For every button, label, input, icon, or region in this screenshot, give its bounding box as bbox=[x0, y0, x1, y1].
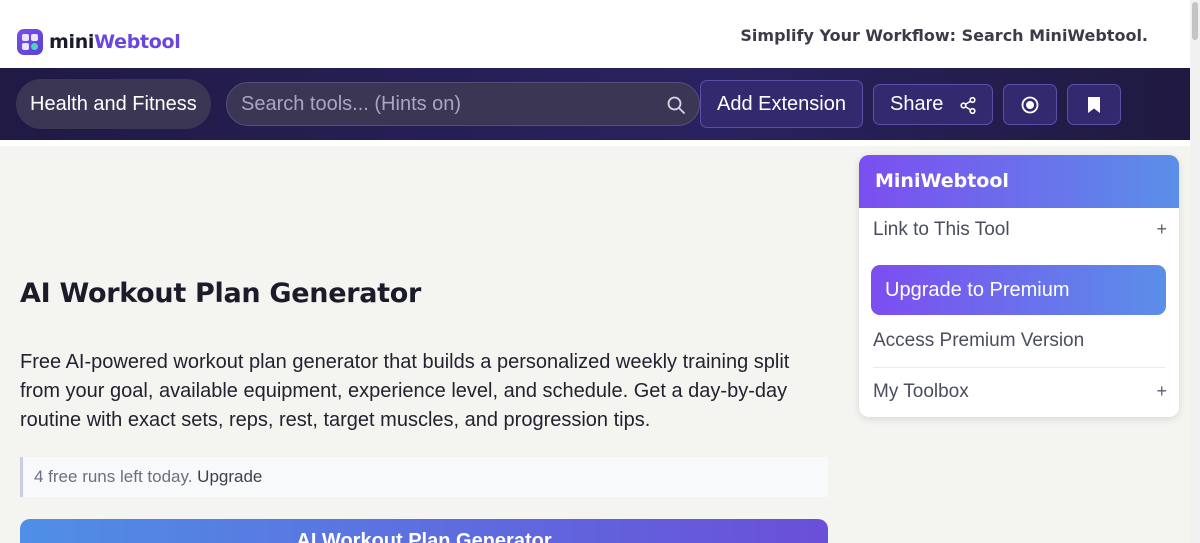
top-header: miniWebtool Simplify Your Workflow: Sear… bbox=[0, 0, 1190, 68]
share-button[interactable]: Share bbox=[873, 84, 993, 125]
logo-text-webtool: Webtool bbox=[94, 31, 181, 53]
category-pill[interactable]: Health and Fitness bbox=[16, 79, 211, 129]
logo-icon bbox=[17, 29, 43, 55]
expand-icon: + bbox=[1156, 219, 1167, 239]
link-to-tool-item[interactable]: Link to This Tool + bbox=[873, 219, 1167, 241]
free-runs-notice: 4 free runs left today. Upgrade bbox=[20, 457, 828, 497]
bookmark-icon bbox=[1087, 96, 1101, 114]
logo-text: miniWebtool bbox=[49, 31, 181, 53]
content-divider bbox=[0, 140, 1190, 146]
site-logo[interactable]: miniWebtool bbox=[17, 29, 181, 55]
sidebar-panel: MiniWebtool Link to This Tool + Upgrade … bbox=[859, 155, 1179, 417]
bookmark-button[interactable] bbox=[1067, 84, 1121, 125]
nav-bar: Health and Fitness Add Extension Share bbox=[0, 68, 1190, 140]
panel-title: MiniWebtool bbox=[859, 155, 1179, 208]
logo-text-mini: mini bbox=[49, 31, 95, 53]
record-button[interactable] bbox=[1003, 84, 1057, 125]
my-toolbox-item[interactable]: My Toolbox + bbox=[873, 381, 1167, 403]
share-label: Share bbox=[890, 93, 944, 115]
search-icon[interactable] bbox=[667, 96, 685, 114]
access-premium-link[interactable]: Access Premium Version bbox=[873, 330, 1165, 368]
generate-button[interactable]: AI Workout Plan Generator bbox=[20, 519, 828, 543]
page-title: AI Workout Plan Generator bbox=[20, 278, 422, 309]
header-tagline: Simplify Your Workflow: Search MiniWebto… bbox=[740, 26, 1148, 45]
share-icon bbox=[960, 97, 976, 114]
search-box[interactable] bbox=[226, 82, 700, 126]
tool-description: Free AI-powered workout plan generator t… bbox=[20, 351, 790, 431]
expand-icon: + bbox=[1156, 381, 1167, 401]
upgrade-link[interactable]: Upgrade bbox=[197, 467, 262, 486]
notice-text: 4 free runs left today. bbox=[34, 467, 193, 486]
page-scrollbar[interactable] bbox=[1190, 0, 1200, 543]
record-icon bbox=[1021, 96, 1039, 114]
add-extension-button[interactable]: Add Extension bbox=[700, 80, 863, 128]
my-toolbox-label: My Toolbox bbox=[873, 381, 969, 402]
search-input[interactable] bbox=[241, 83, 651, 125]
scrollbar-thumb[interactable] bbox=[1192, 2, 1198, 40]
link-to-tool-label: Link to This Tool bbox=[873, 219, 1010, 240]
upgrade-premium-button[interactable]: Upgrade to Premium bbox=[871, 265, 1166, 315]
